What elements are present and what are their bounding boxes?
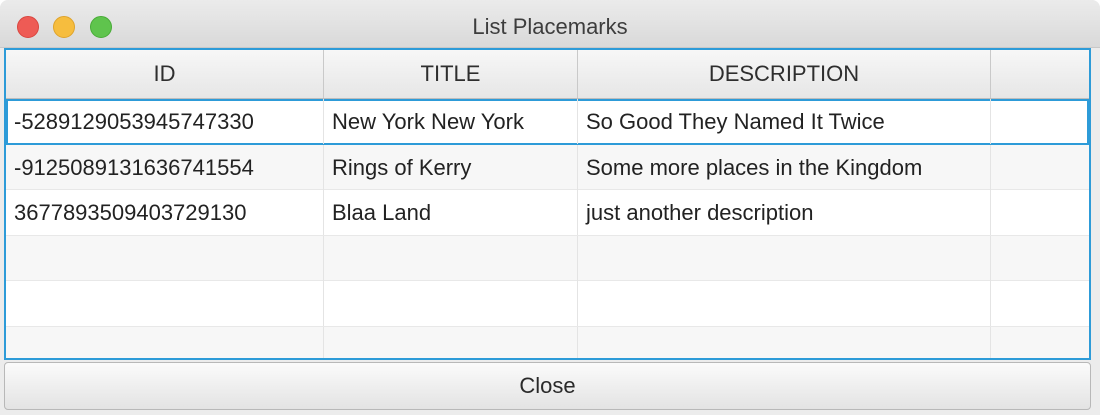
cell-id bbox=[6, 326, 324, 358]
table-body: -5289129053945747330 New York New York So … bbox=[6, 99, 1089, 359]
cell-id bbox=[6, 281, 324, 326]
cell-id: -5289129053945747330 bbox=[6, 99, 324, 144]
column-header-description[interactable]: DESCRIPTION bbox=[578, 50, 991, 98]
cell-description bbox=[578, 235, 991, 281]
cell-filler bbox=[991, 190, 1089, 235]
cell-title bbox=[324, 281, 578, 326]
column-header-id[interactable]: ID bbox=[6, 50, 324, 98]
cell-description: just another description bbox=[578, 190, 991, 235]
cell-filler bbox=[991, 236, 1089, 281]
cell-filler bbox=[991, 327, 1089, 359]
cell-filler bbox=[991, 145, 1089, 190]
table-row[interactable]: 3677893509403729130 Blaa Land just another… bbox=[6, 190, 1089, 236]
table-row[interactable] bbox=[6, 326, 1089, 359]
cell-id: -9125089131636741554 bbox=[6, 144, 324, 190]
placemarks-table[interactable]: ID TITLE DESCRIPTION -528912905394574733… bbox=[4, 48, 1091, 360]
cell-title: New York New York bbox=[324, 99, 578, 144]
table-row[interactable] bbox=[6, 235, 1089, 281]
table-row[interactable] bbox=[6, 281, 1089, 327]
placemarks-window: List Placemarks ID TITLE DESCRIPTION -52… bbox=[0, 0, 1100, 415]
cell-filler bbox=[991, 99, 1089, 144]
table-row[interactable]: -5289129053945747330 New York New York So … bbox=[6, 99, 1089, 145]
cell-description bbox=[578, 281, 991, 326]
cell-title bbox=[324, 326, 578, 358]
cell-title bbox=[324, 235, 578, 281]
cell-title: Blaa Land bbox=[324, 190, 578, 235]
window-title: List Placemarks bbox=[472, 14, 628, 39]
cell-description: So Good They Named It Twice bbox=[578, 99, 991, 144]
cell-title: Rings of Kerry bbox=[324, 144, 578, 190]
close-button[interactable]: Close bbox=[4, 362, 1091, 410]
cell-id: 3677893509403729130 bbox=[6, 190, 324, 235]
column-header-filler bbox=[991, 50, 1089, 98]
cell-filler bbox=[991, 281, 1089, 326]
column-header-title[interactable]: TITLE bbox=[324, 50, 578, 98]
cell-id bbox=[6, 235, 324, 281]
table-header: ID TITLE DESCRIPTION bbox=[6, 50, 1089, 99]
title-bar: List Placemarks bbox=[0, 0, 1100, 48]
cell-description bbox=[578, 326, 991, 358]
table-row[interactable]: -9125089131636741554 Rings of Kerry Some m… bbox=[6, 144, 1089, 190]
cell-description: Some more places in the Kingdom bbox=[578, 144, 991, 190]
